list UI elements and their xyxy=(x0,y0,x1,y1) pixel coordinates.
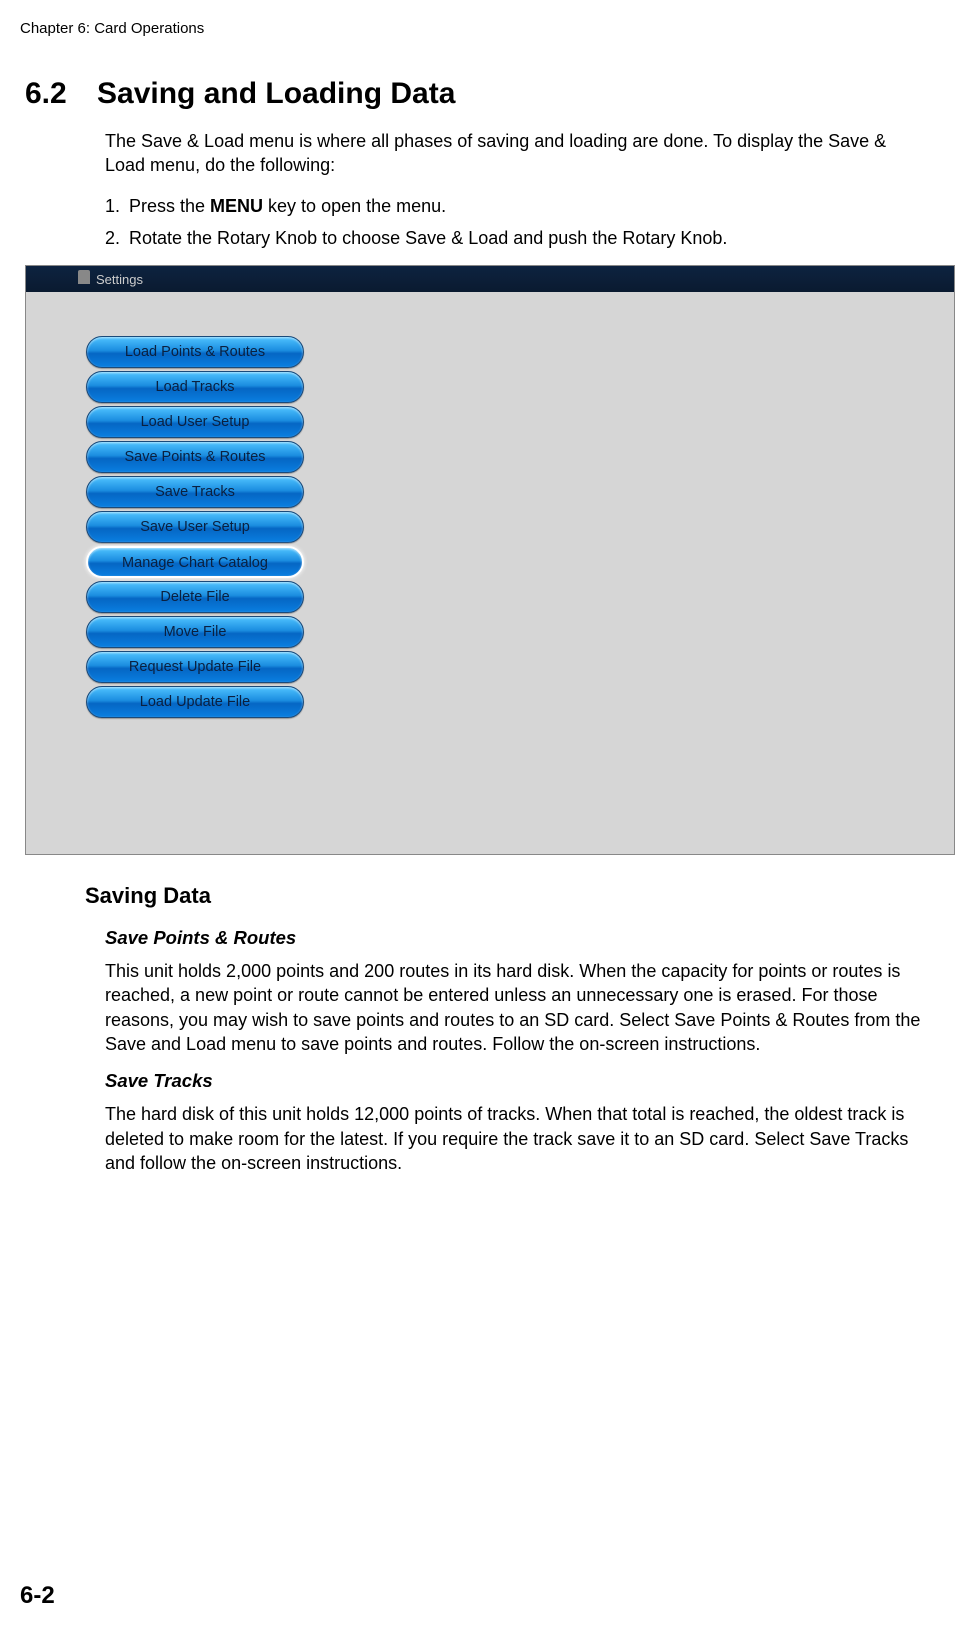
step-num: 2. xyxy=(105,224,129,253)
ui-screenshot: Settings Load Points & RoutesLoad Tracks… xyxy=(25,265,955,855)
menu-item-manage-chart-catalog[interactable]: Manage Chart Catalog xyxy=(86,546,304,578)
step-2: 2.Rotate the Rotary Knob to choose Save … xyxy=(105,224,922,253)
menu-item-save-user-setup[interactable]: Save User Setup xyxy=(86,511,304,543)
menu-item-delete-file[interactable]: Delete File xyxy=(86,581,304,613)
intro-paragraph: The Save & Load menu is where all phases… xyxy=(105,129,922,178)
step-text-bold: MENU xyxy=(210,196,263,216)
menu-list: Load Points & RoutesLoad TracksLoad User… xyxy=(86,336,304,721)
menu-item-move-file[interactable]: Move File xyxy=(86,616,304,648)
section-heading-text: Saving and Loading Data xyxy=(97,77,455,110)
menu-item-load-tracks[interactable]: Load Tracks xyxy=(86,371,304,403)
tab-settings[interactable]: Settings xyxy=(96,272,143,287)
menu-item-request-update-file[interactable]: Request Update File xyxy=(86,651,304,683)
save-tracks-text: The hard disk of this unit holds 12,000 … xyxy=(105,1102,922,1175)
save-points-routes-text: This unit holds 2,000 points and 200 rou… xyxy=(105,959,922,1056)
saving-data-heading: Saving Data xyxy=(85,883,922,909)
step-num: 1. xyxy=(105,192,129,221)
ui-topbar: Settings xyxy=(26,266,954,292)
section-number: 6.2 xyxy=(25,77,97,111)
tab-icon xyxy=(78,270,90,284)
menu-item-load-update-file[interactable]: Load Update File xyxy=(86,686,304,718)
step-text-pre: Press the xyxy=(129,196,210,216)
menu-item-load-points-routes[interactable]: Load Points & Routes xyxy=(86,336,304,368)
section-title: 6.2Saving and Loading Data xyxy=(25,77,922,111)
menu-item-load-user-setup[interactable]: Load User Setup xyxy=(86,406,304,438)
step-text-post: key to open the menu. xyxy=(263,196,446,216)
chapter-header: Chapter 6: Card Operations xyxy=(20,20,922,37)
step-text: Rotate the Rotary Knob to choose Save & … xyxy=(129,228,727,248)
page-number: 6-2 xyxy=(20,1582,55,1610)
menu-item-save-tracks[interactable]: Save Tracks xyxy=(86,476,304,508)
menu-item-save-points-routes[interactable]: Save Points & Routes xyxy=(86,441,304,473)
step-1: 1.Press the MENU key to open the menu. xyxy=(105,192,922,221)
save-points-routes-heading: Save Points & Routes xyxy=(105,927,922,949)
save-tracks-heading: Save Tracks xyxy=(105,1070,922,1092)
ui-body: Load Points & RoutesLoad TracksLoad User… xyxy=(26,292,954,854)
step-list: 1.Press the MENU key to open the menu. 2… xyxy=(105,192,922,254)
